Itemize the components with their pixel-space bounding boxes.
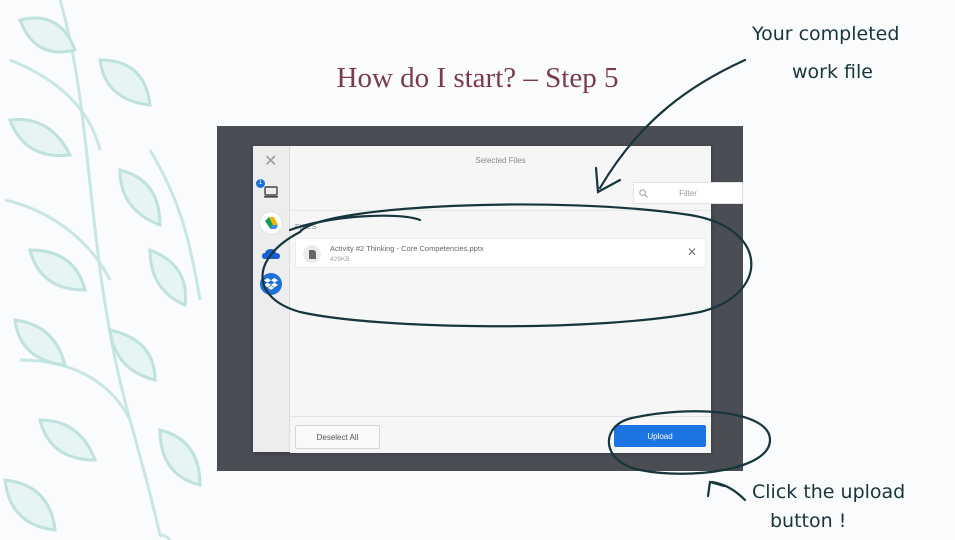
filter-input[interactable]: Filter: [633, 182, 743, 204]
dialog-footer: Deselect All Upload: [290, 416, 711, 453]
slide-title: How do I start? – Step 5: [336, 62, 619, 94]
slide: How do I start? – Step 5 ✕ 1 Selected Fi…: [0, 0, 955, 540]
upload-button[interactable]: Upload: [614, 425, 706, 447]
file-icon: [303, 245, 321, 263]
onedrive-button[interactable]: [260, 243, 282, 265]
file-name: Activity #2 Thinking - Core Competencies…: [330, 244, 484, 253]
computer-icon: [264, 186, 278, 198]
google-drive-icon: [264, 217, 278, 229]
file-size: 429KB: [330, 256, 350, 263]
files-section-label: FILES: [295, 224, 317, 231]
filter-placeholder: Filter: [679, 188, 697, 198]
close-icon[interactable]: ✕: [264, 151, 277, 171]
selected-files-panel: Selected Files Filter FILES Activity #2 …: [290, 146, 743, 453]
file-picker-dialog: ✕ 1 Selected Files Filter FILES Activity…: [253, 146, 743, 453]
remove-file-icon[interactable]: ✕: [687, 245, 697, 259]
bottom-note-line-1: Click the upload: [752, 481, 905, 503]
upload-arrow: [710, 480, 747, 502]
top-note-line-1: Your completed: [751, 23, 899, 45]
deselect-all-button[interactable]: Deselect All: [295, 425, 380, 449]
divider: [290, 210, 711, 211]
google-drive-button[interactable]: [260, 212, 282, 234]
onedrive-icon: [262, 248, 280, 259]
bottom-note-line-2: button !: [770, 510, 846, 532]
device-count-badge: 1: [256, 179, 265, 188]
file-row[interactable]: Activity #2 Thinking - Core Competencies…: [295, 238, 706, 268]
dropbox-button[interactable]: [260, 273, 282, 295]
dropbox-icon: [264, 278, 278, 290]
dialog-title: Selected Files: [475, 156, 526, 165]
document-icon: [308, 249, 316, 259]
source-sidebar: ✕ 1: [253, 146, 290, 452]
search-icon: [639, 189, 648, 198]
